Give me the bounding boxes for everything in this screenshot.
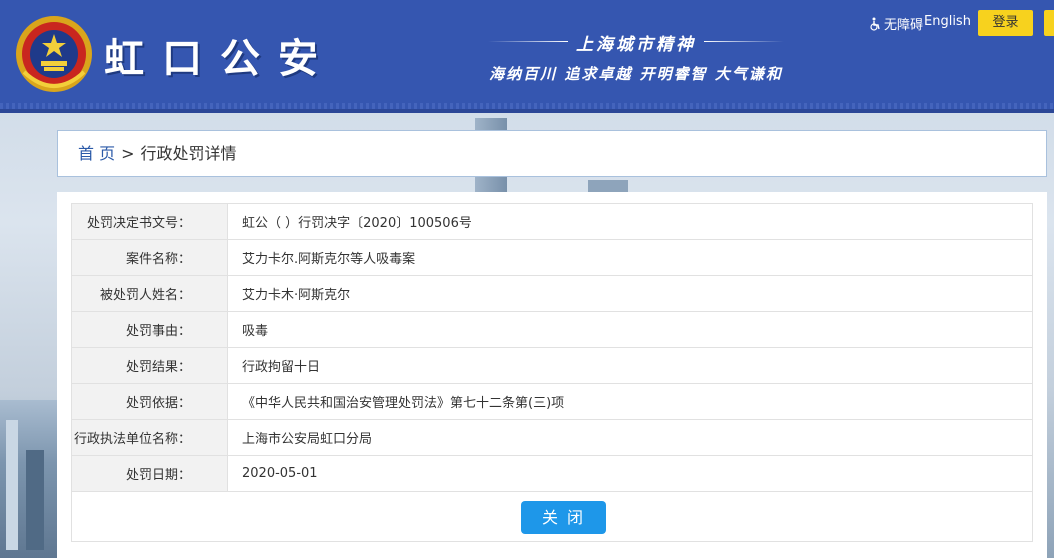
penalty-detail-table: 处罚决定书文号： 虹公（ ）行罚决字〔2020〕100506号 案件名称： 艾力卡尔.… [71,203,1033,492]
detail-value: 艾力卡木·阿斯克尔 [227,275,1033,312]
penalty-detail-panel: 处罚决定书文号： 虹公（ ）行罚决字〔2020〕100506号 案件名称： 艾力卡尔.… [57,192,1047,558]
detail-row: 处罚结果： 行政拘留十日 [71,347,1033,384]
breadcrumb-current: 行政处罚详情 [140,144,237,163]
slogan-text: 海纳百川 追求卓越 开明睿智 大气谦和 [489,65,783,83]
detail-row: 处罚依据： 《中华人民共和国治安管理处罚法》第七十二条第(三)项 [71,383,1033,420]
breadcrumb: 首 页 > 行政处罚详情 [57,130,1047,177]
action-bar: 关 闭 [71,492,1033,542]
detail-row: 处罚事由： 吸毒 [71,311,1033,348]
background-cityscape [0,400,57,558]
detail-value: 吸毒 [227,311,1033,348]
detail-label: 行政执法单位名称： [71,419,228,456]
detail-value: 艾力卡尔.阿斯克尔等人吸毒案 [227,239,1033,276]
english-link[interactable]: English [924,14,971,29]
site-title: 虹口公安 [104,35,336,82]
wheelchair-icon [870,17,880,31]
detail-label: 处罚日期： [71,455,228,492]
detail-label: 处罚依据： [71,383,228,420]
detail-row: 行政执法单位名称： 上海市公安局虹口分局 [71,419,1033,456]
breadcrumb-separator: > [121,144,135,163]
detail-label: 处罚结果： [71,347,228,384]
detail-row: 被处罚人姓名： 艾力卡木·阿斯克尔 [71,275,1033,312]
city-spirit-slogan: 上海城市精神 海纳百川 追求卓越 开明睿智 大气谦和 [476,30,796,84]
detail-label: 被处罚人姓名： [71,275,228,312]
login-button[interactable]: 登录 [978,10,1033,36]
register-button[interactable] [1044,10,1054,36]
detail-row: 处罚日期： 2020-05-01 [71,455,1033,492]
detail-row: 处罚决定书文号： 虹公（ ）行罚决字〔2020〕100506号 [71,203,1033,240]
site-header: 虹口公安 上海城市精神 海纳百川 追求卓越 开明睿智 大气谦和 无障碍 Engl… [0,0,1054,113]
slogan-title: 上海城市精神 [488,30,784,55]
detail-label: 案件名称： [71,239,228,276]
detail-value: 2020-05-01 [227,455,1033,492]
close-button[interactable]: 关 闭 [521,501,606,534]
detail-row: 案件名称： 艾力卡尔.阿斯克尔等人吸毒案 [71,239,1033,276]
detail-value: 《中华人民共和国治安管理处罚法》第七十二条第(三)项 [227,383,1033,420]
breadcrumb-home-link[interactable]: 首 页 [78,144,115,163]
accessibility-link[interactable]: 无障碍 [868,14,923,33]
accessibility-label: 无障碍 [884,18,924,33]
detail-label: 处罚事由： [71,311,228,348]
detail-label: 处罚决定书文号： [71,203,228,240]
detail-value: 虹公（ ）行罚决字〔2020〕100506号 [227,203,1033,240]
detail-value: 上海市公安局虹口分局 [227,419,1033,456]
detail-value: 行政拘留十日 [227,347,1033,384]
police-emblem-icon [16,16,92,92]
